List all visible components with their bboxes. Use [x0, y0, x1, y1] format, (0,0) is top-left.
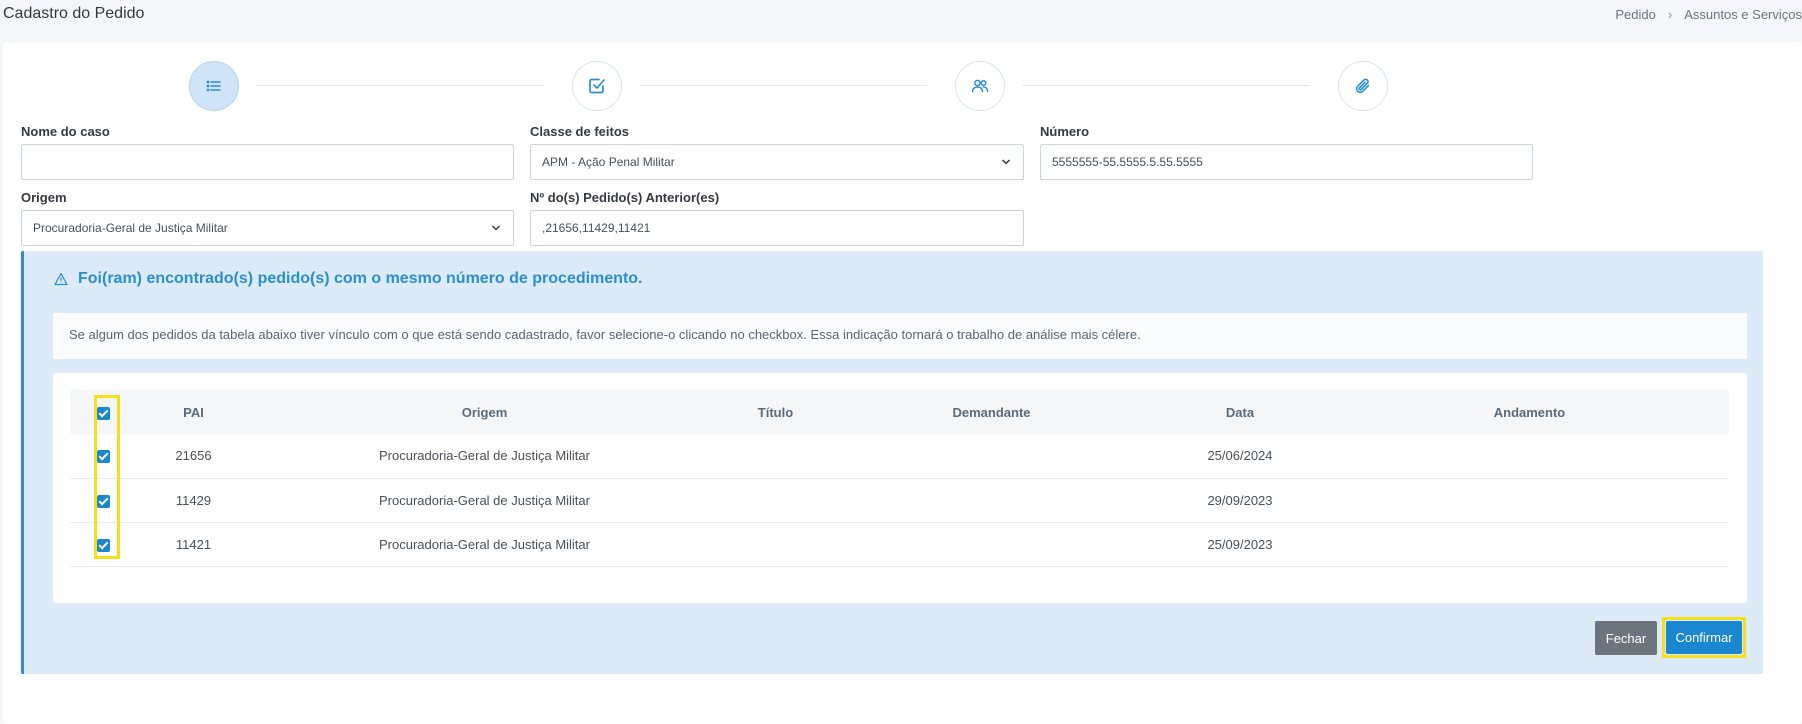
cell-andamento: [1330, 522, 1729, 566]
cell-titulo: [718, 434, 833, 478]
pedidos-anteriores-label: Nº do(s) Pedido(s) Anterior(es): [530, 190, 720, 205]
nome-caso-label: Nome do caso: [21, 124, 110, 139]
row-checkbox[interactable]: [96, 538, 110, 552]
breadcrumb: Pedido › Assuntos e Serviços: [1615, 7, 1802, 22]
check-square-icon: [589, 78, 605, 94]
alert-info: Se algum dos pedidos da tabela abaixo ti…: [53, 313, 1747, 359]
cell-origem: Procuradoria-Geral de Justiça Militar: [379, 536, 590, 552]
col-titulo[interactable]: Título: [718, 390, 833, 434]
table-container: PAI Origem Título Demandante Data Andame…: [53, 373, 1747, 603]
stepper-line: [1022, 85, 1310, 86]
col-origem[interactable]: Origem: [251, 390, 718, 434]
cell-demandante: [833, 522, 1150, 566]
origem-select[interactable]: Procuradoria-Geral de Justiça Militar: [21, 210, 514, 246]
col-data[interactable]: Data: [1150, 390, 1330, 434]
nome-caso-input[interactable]: [21, 144, 514, 180]
cell-titulo: [718, 522, 833, 566]
table-row: 21656 Procuradoria-Geral de Justiça Mili…: [70, 434, 1729, 478]
warning-icon: [54, 272, 68, 286]
confirmar-button[interactable]: Confirmar: [1666, 621, 1742, 654]
cell-pai: 11429: [175, 492, 212, 508]
list-icon: [206, 80, 221, 92]
alert-title-text: Foi(ram) encontrado(s) pedido(s) com o m…: [78, 270, 643, 287]
users-icon: [971, 79, 989, 93]
page-header: Cadastro do Pedido Pedido › Assuntos e Ser…: [0, 0, 1802, 36]
step-users[interactable]: [955, 61, 1005, 111]
cell-pai: 11421: [175, 536, 212, 552]
page-title: Cadastro do Pedido: [3, 5, 145, 22]
step-attachments[interactable]: [1338, 61, 1388, 111]
alert-title: Foi(ram) encontrado(s) pedido(s) com o m…: [54, 270, 643, 288]
cell-origem: Procuradoria-Geral de Justiça Militar: [379, 492, 590, 508]
cell-andamento: [1330, 478, 1729, 522]
origem-value: Procuradoria-Geral de Justiça Militar: [33, 221, 228, 235]
row-checkbox[interactable]: [96, 450, 110, 464]
cell-origem: Procuradoria-Geral de Justiça Militar: [379, 448, 590, 464]
pedidos-anteriores-input[interactable]: ,21656,11429,11421: [530, 210, 1024, 246]
classe-feitos-label: Classe de feitos: [530, 124, 629, 139]
step-list[interactable]: [189, 61, 239, 111]
numero-label: Número: [1040, 124, 1090, 139]
pedidos-table: PAI Origem Título Demandante Data Andame…: [70, 390, 1729, 567]
origem-label: Origem: [21, 190, 67, 205]
cell-demandante: [833, 434, 1150, 478]
cell-andamento: [1330, 434, 1729, 478]
step-check[interactable]: [572, 61, 622, 111]
cell-data: 25/06/2024: [1207, 448, 1273, 464]
duplicate-alert: Foi(ram) encontrado(s) pedido(s) com o m…: [21, 251, 1763, 674]
stepper-line: [256, 85, 544, 86]
table-row: 11429 Procuradoria-Geral de Justiça Mili…: [70, 478, 1729, 522]
row-checkbox[interactable]: [96, 494, 110, 508]
numero-input[interactable]: 5555555-55.5555.5.55.5555: [1040, 144, 1533, 180]
select-all-checkbox[interactable]: [96, 406, 110, 420]
cell-data: 25/09/2023: [1207, 536, 1273, 552]
classe-feitos-value: APM - Ação Penal Militar: [542, 155, 675, 169]
fechar-button[interactable]: Fechar: [1595, 621, 1657, 655]
cell-pai: 21656: [175, 448, 212, 464]
col-andamento[interactable]: Andamento: [1330, 390, 1729, 434]
cell-data: 29/09/2023: [1207, 492, 1273, 508]
breadcrumb-item-pedido[interactable]: Pedido: [1615, 7, 1655, 22]
cell-demandante: [833, 478, 1150, 522]
stepper-line: [639, 85, 927, 86]
breadcrumb-item-assuntos: Assuntos e Serviços: [1684, 7, 1802, 22]
col-demandante[interactable]: Demandante: [833, 390, 1150, 434]
table-row: 11421 Procuradoria-Geral de Justiça Mili…: [70, 522, 1729, 566]
chevron-down-icon: [491, 225, 501, 231]
paperclip-icon: [1355, 78, 1370, 94]
cell-titulo: [718, 478, 833, 522]
select-all-cell[interactable]: [70, 390, 136, 434]
chevron-right-icon: ›: [1667, 7, 1673, 22]
confirm-button-highlight: Confirmar: [1662, 617, 1746, 658]
chevron-down-icon: [1001, 159, 1011, 165]
col-pai[interactable]: PAI: [136, 390, 251, 434]
table-header-row: PAI Origem Título Demandante Data Andame…: [70, 390, 1729, 434]
classe-feitos-select[interactable]: APM - Ação Penal Militar: [530, 144, 1024, 180]
